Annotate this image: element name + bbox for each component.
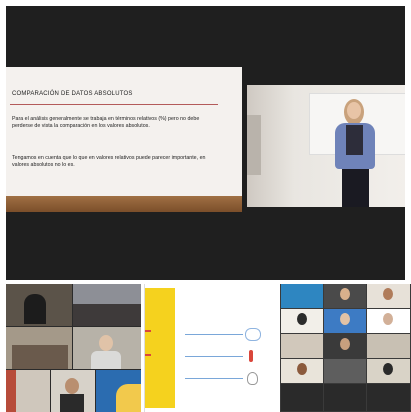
- presenter-video[interactable]: [247, 85, 405, 207]
- participant-face: [383, 288, 393, 300]
- exclamation-icon: [249, 350, 253, 362]
- presenter-pants: [342, 169, 369, 207]
- participant-tile[interactable]: [281, 359, 323, 383]
- diagram-panel: [144, 284, 279, 412]
- meeting-stage: COMPARACIÓN DE DATOS ABSOLUTOS Para el a…: [6, 6, 405, 280]
- participant-detail: [6, 370, 16, 412]
- participant-tile[interactable]: [281, 309, 323, 333]
- participant-shirt: [91, 351, 121, 369]
- participant-tile[interactable]: [324, 359, 366, 383]
- participant-tile[interactable]: [367, 309, 410, 333]
- connector-line: [185, 378, 243, 379]
- participant-silhouette: [24, 294, 46, 324]
- participant-tile[interactable]: [324, 284, 366, 308]
- participant-tile[interactable]: [324, 309, 366, 333]
- classroom-desks: [73, 304, 141, 326]
- diagram-marker: [145, 330, 151, 332]
- connector-line: [185, 334, 243, 335]
- lightbulb-icon: [247, 372, 258, 385]
- connector-line: [185, 356, 243, 357]
- gallery-right: [280, 284, 411, 412]
- participant-avatar-shape: [116, 384, 141, 412]
- slide-wood-footer: [6, 196, 242, 212]
- participant-tile[interactable]: [51, 370, 95, 412]
- participant-tile[interactable]: [367, 284, 410, 308]
- shared-slide: COMPARACIÓN DE DATOS ABSOLUTOS Para el a…: [6, 67, 242, 212]
- slide-title: COMPARACIÓN DE DATOS ABSOLUTOS: [12, 91, 133, 97]
- participant-tile[interactable]: [73, 327, 141, 369]
- participant-tile[interactable]: [6, 370, 50, 412]
- presenter-face: [347, 102, 361, 119]
- participant-tile[interactable]: [324, 334, 366, 358]
- participant-tile[interactable]: [281, 384, 323, 411]
- participant-face: [297, 313, 307, 325]
- participant-face: [340, 338, 350, 350]
- door-frame: [247, 115, 261, 175]
- participant-face: [297, 363, 307, 375]
- cloud-icon: [245, 328, 261, 341]
- slide-paragraph-2: Tengamos en cuenta que lo que en valores…: [12, 155, 206, 168]
- slide-paragraph-1: Para el análisis generalmente se trabaja…: [12, 116, 200, 129]
- diagram-canvas: [175, 298, 275, 402]
- presenter-top: [346, 125, 363, 155]
- diagram-yellow-bar: [145, 288, 175, 408]
- participant-tile[interactable]: [367, 359, 410, 383]
- participant-tile[interactable]: [281, 334, 323, 358]
- participant-face: [340, 313, 350, 325]
- participant-tile[interactable]: [6, 284, 72, 326]
- participant-tile[interactable]: [73, 284, 141, 326]
- slide-divider: [10, 104, 218, 105]
- diagram-marker: [145, 354, 151, 356]
- participant-face: [65, 378, 79, 394]
- participant-face: [383, 363, 393, 375]
- participant-tile[interactable]: [96, 370, 141, 412]
- participant-tile[interactable]: [281, 284, 323, 308]
- participant-shirt: [60, 394, 84, 412]
- participant-face: [340, 288, 350, 300]
- participant-tile[interactable]: [6, 327, 72, 369]
- participant-face: [383, 313, 393, 325]
- participant-face: [99, 335, 113, 351]
- gallery-left: [6, 284, 141, 412]
- participant-tile[interactable]: [367, 334, 410, 358]
- participant-tile[interactable]: [324, 384, 366, 411]
- participant-tile[interactable]: [367, 384, 410, 411]
- classroom-group: [12, 345, 68, 369]
